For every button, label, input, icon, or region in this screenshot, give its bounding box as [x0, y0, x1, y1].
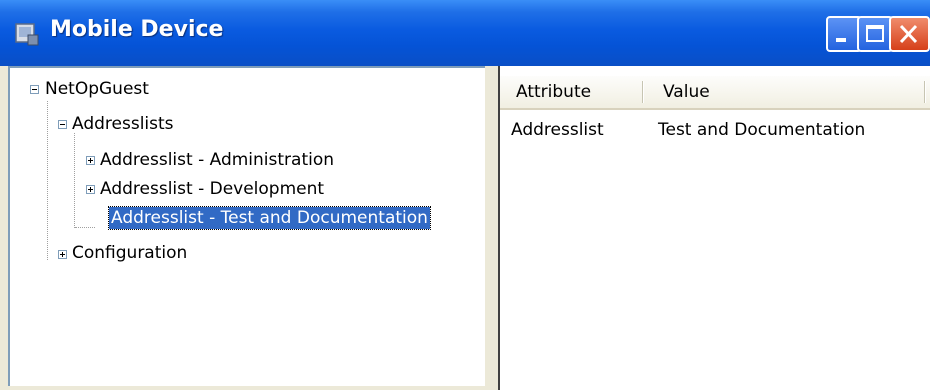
- minimize-icon: [836, 38, 846, 42]
- tree-node-addresslist-test-and-documentation[interactable]: Addresslist - Test and Documentation: [108, 206, 431, 230]
- tree-node-addresslist-administration[interactable]: Addresslist - Administration: [100, 149, 334, 171]
- tree-connector: [74, 133, 75, 228]
- close-button[interactable]: [889, 16, 930, 52]
- collapse-icon[interactable]: [30, 85, 39, 94]
- attribute-list-view[interactable]: Attribute Value Addresslist Test and Doc…: [498, 66, 930, 390]
- tree-node-addresslists[interactable]: Addresslists: [72, 113, 174, 135]
- tree-connector: [75, 227, 95, 228]
- expand-icon[interactable]: [86, 156, 95, 165]
- collapse-icon[interactable]: [58, 120, 67, 129]
- cell-attribute: Addresslist: [511, 120, 604, 140]
- column-header-attribute[interactable]: Attribute: [516, 82, 591, 102]
- title-bar[interactable]: Mobile Device: [0, 0, 930, 66]
- tree-node-configuration[interactable]: Configuration: [72, 242, 187, 264]
- window-frame-left: [0, 66, 8, 390]
- tree-view[interactable]: NetOpGuest Addresslists Addresslist - Ad…: [8, 66, 485, 386]
- cell-value: Test and Documentation: [658, 120, 866, 140]
- app-icon: [15, 23, 39, 46]
- window-title: Mobile Device: [50, 17, 224, 42]
- expand-icon[interactable]: [58, 250, 67, 259]
- list-header: Attribute Value: [500, 76, 930, 110]
- column-divider[interactable]: [924, 81, 925, 103]
- mobile-device-window: Mobile Device NetOpGuest Addresslists Ad…: [0, 0, 930, 390]
- column-header-value[interactable]: Value: [663, 82, 710, 102]
- expand-icon[interactable]: [86, 185, 95, 194]
- close-icon: [899, 24, 918, 44]
- tree-node-netopguest[interactable]: NetOpGuest: [45, 78, 149, 100]
- pane-splitter[interactable]: [485, 66, 498, 390]
- maximize-icon: [866, 25, 884, 42]
- tree-node-addresslist-development[interactable]: Addresslist - Development: [100, 178, 324, 200]
- tree-connector: [47, 101, 48, 260]
- column-divider[interactable]: [642, 81, 643, 103]
- maximize-button[interactable]: [857, 16, 893, 52]
